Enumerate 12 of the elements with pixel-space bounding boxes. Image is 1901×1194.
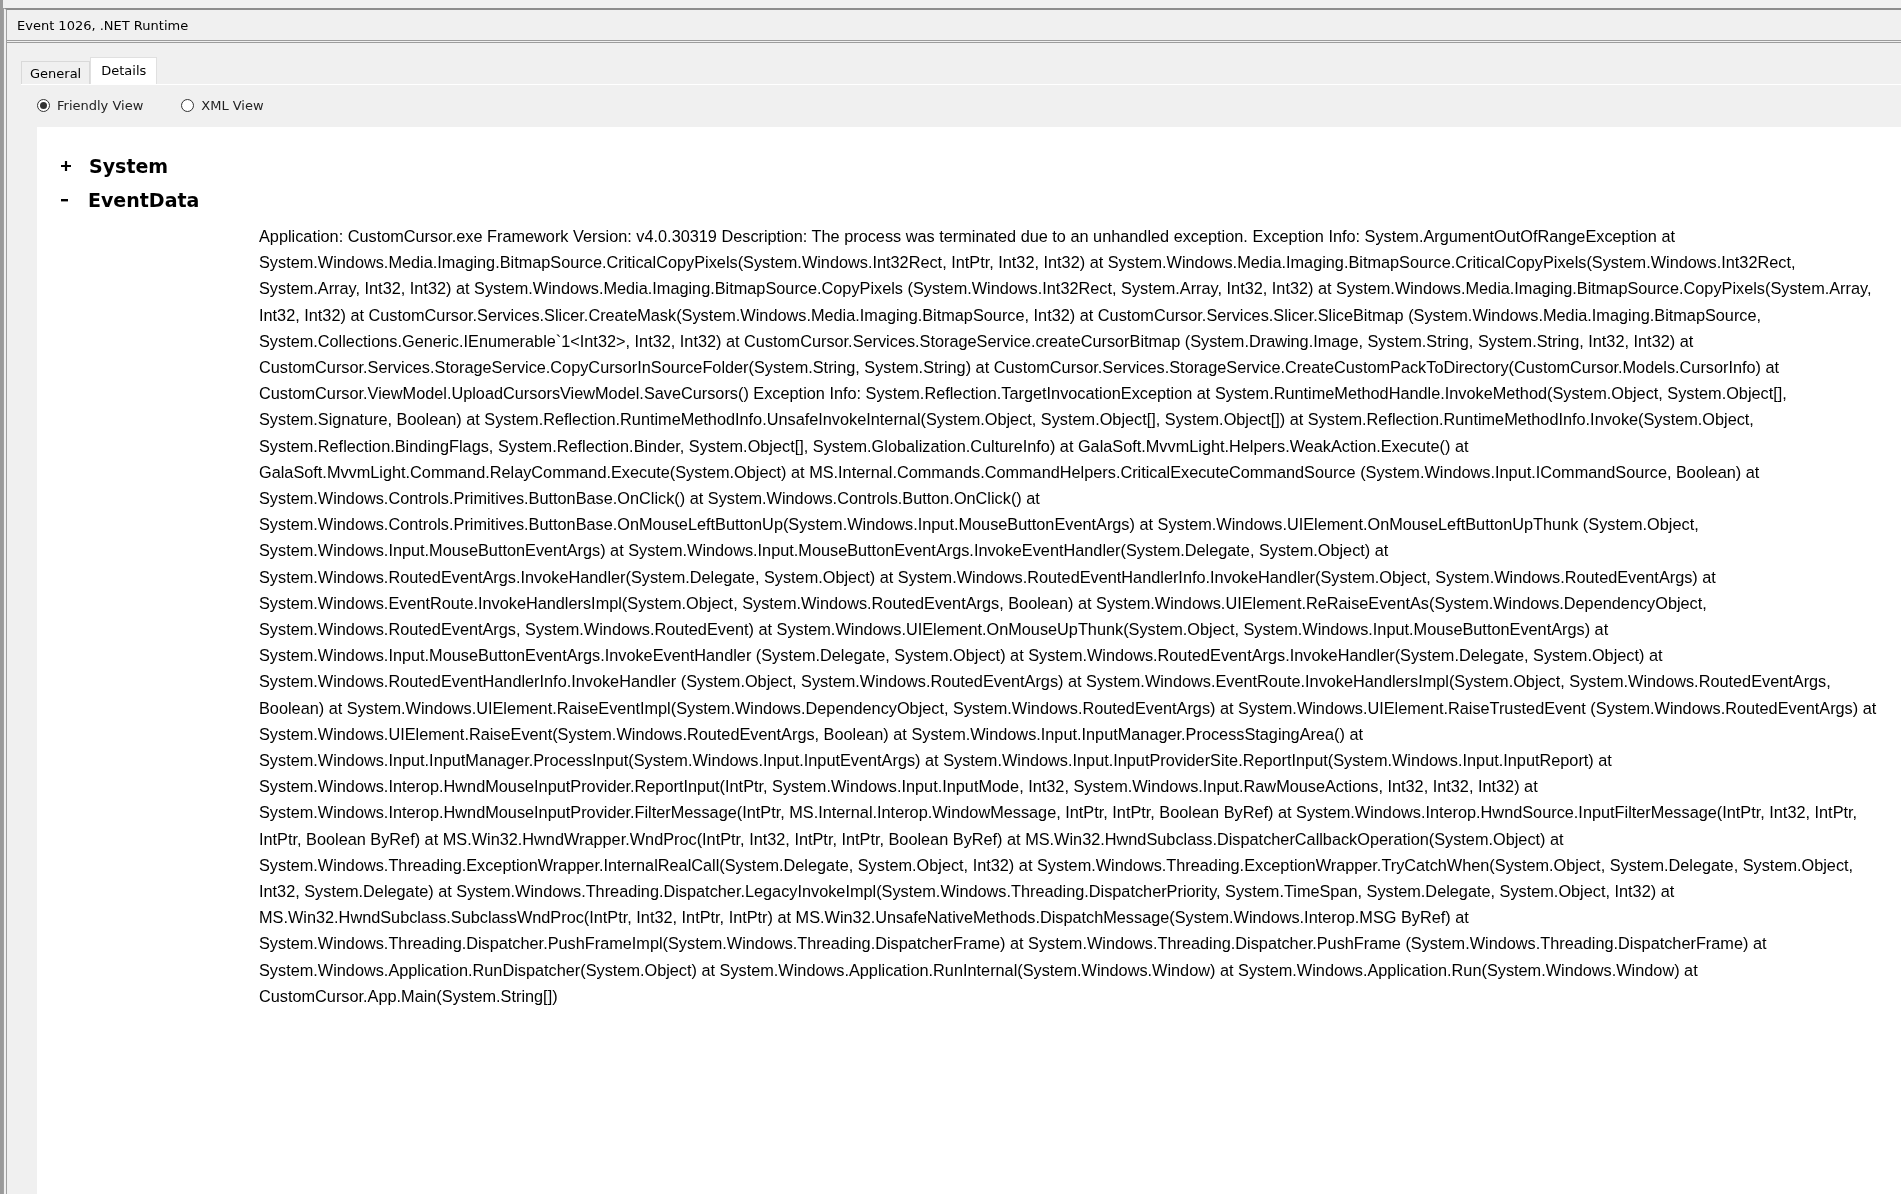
radio-label[interactable]: XML View <box>201 98 264 113</box>
collapse-icon[interactable] <box>61 198 70 202</box>
event-data-text: Application: CustomCursor.exe Framework Version: v4.0.30319 Description: The process was terminated due to an unhandled exception. Exception Info: System.ArgumentOutOfRangeException at System.Windows.Media.Imaging.BitmapSource.CriticalCopyPixels(System.Windows.Int32Rect, IntPtr, Int32, Int32) at System.Windows.Media.Imaging.BitmapSource.CriticalCopyPixels(System.Windows.Int32Rect, System.Array, Int32, Int32) at System.Windows.Media.Imaging.BitmapSource.CopyPixels (System.Windows.Int32Rect, System.Array, Int32, Int32) at System.Windows.Media.Imaging.BitmapSource.CopyPixels(System.Array, Int32, Int32) at CustomCursor.Services.Slicer.CreateMask(System.Windows.Media.Imaging.BitmapSource, Int32) at CustomCursor.Services.Slicer.SliceBitmap (System.Windows.Media.Imaging.BitmapSource, System.Collections.Generic.IEnumerable`1<Int32>, Int32, Int32) at CustomCursor.Services.StorageService.createCursorBitmap (System.Drawing.Image, System.String, System.String, Int32, Int32) at CustomCursor.Services.StorageService.CopyCursorInSourceFolder(System.String, System.String) at CustomCursor.Services.StorageService.CreateCustomPackToDirectory(CustomCursor.Models.CursorInfo) at CustomCursor.ViewModel.UploadCursorsViewModel.SaveCursors() Exception Info: System.Reflection.TargetInvocationException at System.RuntimeMethodHandle.InvokeMethod(System.Object, System.Object[], System.Signature, Boolean) at System.Reflection.RuntimeMethodInfo.UnsafeInvokeInternal(System.Object, System.Object[], System.Object[]) at System.Reflection.RuntimeMethodInfo.Invoke(System.Object, System.Reflection.BindingFlags, System.Reflection.Binder, System.Object[], System.Globalization.CultureInfo) at GalaSoft.MvvmLight.Helpers.WeakAction.Execute() at GalaSoft.MvvmLight.Command.RelayCommand.Execute(System.Object) at MS.Internal.Commands.CommandHelpers.CriticalExecuteCommandSource (System.Windows.Input.ICommandSource, Boolean) at System.Windows.Controls.Primitives.ButtonBase.OnClick() at System.Windows.Controls.Button.OnClick() at System.Windows.Controls.Primitives.ButtonBase.OnMouseLeftButtonUp(System.Windows.Input.MouseButtonEventArgs) at System.Windows.UIElement.OnMouseLeftButtonUpThunk (System.Object, System.Windows.Input.MouseButtonEventArgs) at System.Windows.Input.MouseButtonEventArgs.InvokeEventHandler(System.Delegate, System.Object) at System.Windows.RoutedEventArgs.InvokeHandler(System.Delegate, System.Object) at System.Windows.RoutedEventHandlerInfo.InvokeHandler(System.Object, System.Windows.RoutedEventArgs) at System.Windows.EventRoute.InvokeHandlersImpl(System.Object, System.Windows.RoutedEventArgs, Boolean) at System.Windows.UIElement.ReRaiseEventAs(System.Windows.DependencyObject, System.Windows.RoutedEventArgs, System.Windows.RoutedEvent) at System.Windows.UIElement.OnMouseUpThunk(System.Object, System.Windows.Input.MouseButtonEventArgs) at System.Windows.Input.MouseButtonEventArgs.InvokeEventHandler (System.Delegate, System.Object) at System.Windows.RoutedEventArgs.InvokeHandler(System.Delegate, System.Object) at System.Windows.RoutedEventHandlerInfo.InvokeHandler (System.Object, System.Windows.RoutedEventArgs) at System.Windows.EventRoute.InvokeHandlersImpl(System.Object, System.Windows.RoutedEventArgs, Boolean) at System.Windows.UIElement.RaiseEventImpl(System.Windows.DependencyObject, System.Windows.RoutedEventArgs) at System.Windows.UIElement.RaiseTrustedEvent (System.Windows.RoutedEventArgs) at System.Windows.UIElement.RaiseEvent(System.Windows.RoutedEventArgs, Boolean) at System.Windows.Input.InputManager.ProcessStagingArea() at System.Windows.Input.InputManager.ProcessInput(System.Windows.Input.InputEventArgs) at System.Windows.Input.InputProviderSite.ReportInput(System.Windows.Input.InputReport) at System.Windows.Interop.HwndMouseInputProvider.ReportInput(IntPtr, System.Windows.Input.InputMode, Int32, System.Windows.Input.RawMouseActions, Int32, Int32, Int32) at System.Windows.Interop.HwndMouseInputProvider.FilterMessage(IntPtr, MS.Internal.Interop.WindowMessage, IntPtr, IntPtr, Boolean ByRef) at System.Windows.Interop.HwndSource.InputFilterMessage(IntPtr, Int32, IntPtr, IntPtr, Boolean ByRef) at MS.Win32.HwndWrapper.WndProc(IntPtr, Int32, IntPtr, IntPtr, Boolean ByRef) at MS.Win32.HwndSubclass.DispatcherCallbackOperation(System.Object) at System.Windows.Threading.ExceptionWrapper.InternalRealCall(System.Delegate, System.Object, Int32) at System.Windows.Threading.ExceptionWrapper.TryCatchWhen(System.Object, System.Delegate, System.Object, Int32, System.Delegate) at System.Windows.Threading.Dispatcher.LegacyInvokeImpl(System.Windows.Threading.DispatcherPriority, System.TimeSpan, System.Delegate, System.Object, Int32) at MS.Win32.HwndSubclass.SubclassWndProc(IntPtr, Int32, IntPtr, IntPtr) at MS.Win32.UnsafeNativeMethods.DispatchMessage(System.Windows.Interop.MSG ByRef) at System.Windows.Threading.Dispatcher.PushFrameImpl(System.Windows.Threading.DispatcherFrame) at System.Windows.Threading.Dispatcher.PushFrame (System.Windows.Threading.DispatcherFrame) at System.Windows.Application.RunDispatcher(System.Object) at System.Windows.Application.RunInternal(System.Windows.Window) at System.Windows.Application.Run(System.Windows.Window) at CustomCursor.App.Main(System.String[]) <box>259 226 1878 1007</box>
radio-button[interactable] <box>37 99 50 112</box>
radio-label[interactable]: Friendly View <box>57 98 144 113</box>
expand-icon[interactable] <box>61 161 71 171</box>
tab[interactable]: General <box>21 61 91 84</box>
tree-node-label: System <box>89 155 169 177</box>
tab[interactable]: Details <box>90 57 158 84</box>
tree-node-label: EventData <box>88 189 200 211</box>
window-title: Event 1026, .NET Runtime <box>17 18 189 33</box>
radio-button[interactable] <box>181 99 195 112</box>
